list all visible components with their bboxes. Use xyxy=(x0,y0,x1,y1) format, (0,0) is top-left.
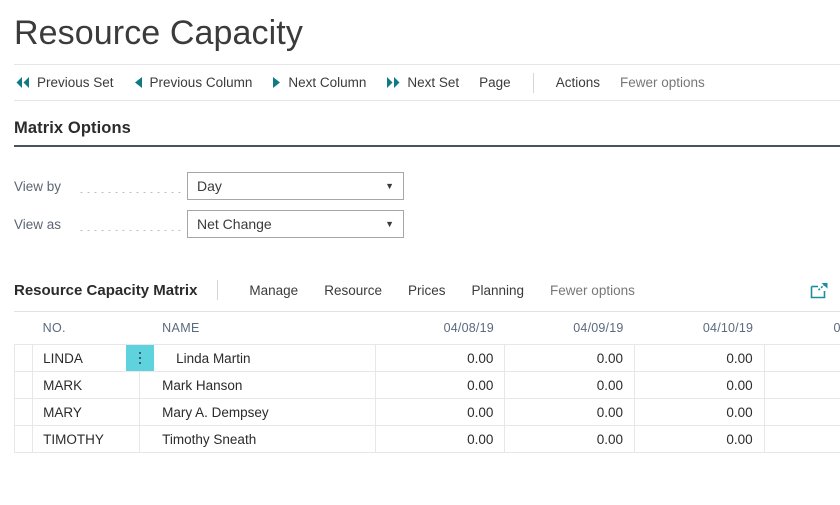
row-value-cell[interactable]: 0.00 xyxy=(374,344,506,372)
row-value-cell[interactable]: 0.00 xyxy=(763,425,840,453)
navigation-toolbar: Previous Set Previous Column Next Column… xyxy=(14,64,840,101)
toolbar-fewer-options-label: Fewer options xyxy=(619,75,705,90)
toolbar-previous-set-button[interactable]: Previous Set xyxy=(14,65,124,100)
row-name-cell[interactable]: Timothy Sneath xyxy=(153,425,376,453)
row-select-cell[interactable] xyxy=(13,371,34,399)
matrix-action-resource[interactable]: Resource xyxy=(311,283,395,298)
row-value-cell[interactable]: 0.00 xyxy=(763,398,840,426)
grid-header-date-3[interactable]: 04/10/19 xyxy=(634,312,765,345)
matrix-options-fields: View by Day ▼ View as Net Change ▼ xyxy=(14,167,840,243)
resource-capacity-matrix-part: Resource Capacity Matrix Manage Resource… xyxy=(0,276,840,453)
row-value-cell[interactable]: 0.00 xyxy=(634,425,765,453)
matrix-action-planning[interactable]: Planning xyxy=(459,283,538,298)
double-chevron-left-icon xyxy=(16,77,30,88)
page-title: Resource Capacity xyxy=(14,14,303,52)
toolbar-previous-set-label: Previous Set xyxy=(37,75,114,90)
row-value-cell[interactable]: 0.00 xyxy=(504,344,636,372)
grid-header-date-2[interactable]: 04/09/19 xyxy=(504,312,635,345)
toolbar-next-column-button[interactable]: Next Column xyxy=(262,65,376,100)
view-by-select[interactable]: Day ▼ xyxy=(187,172,404,200)
matrix-action-manage[interactable]: Manage xyxy=(236,283,311,298)
row-select-cell[interactable] xyxy=(13,398,34,426)
table-row[interactable]: LINDA Linda Martin 0.00 0.00 0.00 0.00 0… xyxy=(13,344,840,372)
grid-header-date-4[interactable]: 04/11/19 xyxy=(764,312,840,345)
matrix-options-section: Matrix Options View by Day ▼ View as Net… xyxy=(14,119,840,243)
open-in-new-window-icon[interactable] xyxy=(810,281,840,299)
matrix-header-divider xyxy=(217,280,219,300)
row-menu-cell[interactable] xyxy=(139,425,154,453)
row-no-cell[interactable]: TIMOTHY xyxy=(32,425,140,453)
row-no-cell[interactable]: MARK xyxy=(32,371,140,399)
row-value-cell[interactable]: 0.00 xyxy=(374,371,506,399)
row-value-cell[interactable]: 0.00 xyxy=(504,425,636,453)
matrix-header-bar: Resource Capacity Matrix Manage Resource… xyxy=(14,276,840,304)
double-chevron-right-icon xyxy=(386,77,400,88)
grid-header-rowmenu xyxy=(139,312,154,345)
table-row[interactable]: MARY Mary A. Dempsey 0.00 0.00 0.00 0.00… xyxy=(13,398,840,426)
table-row[interactable]: TIMOTHY Timothy Sneath 0.00 0.00 0.00 0.… xyxy=(13,425,840,453)
toolbar-divider xyxy=(532,72,534,93)
toolbar-previous-column-button[interactable]: Previous Column xyxy=(124,65,263,100)
row-value-cell[interactable]: 0.00 xyxy=(504,371,636,399)
matrix-action-prices[interactable]: Prices xyxy=(395,283,459,298)
chevron-left-icon xyxy=(134,77,143,88)
row-menu-cell[interactable] xyxy=(125,344,154,372)
toolbar-page-button[interactable]: Page xyxy=(469,65,521,100)
row-value-cell[interactable]: 0.00 xyxy=(763,344,840,372)
row-menu-cell[interactable] xyxy=(139,371,154,399)
toolbar-actions-label: Actions xyxy=(555,75,600,90)
toolbar-next-set-button[interactable]: Next Set xyxy=(376,65,469,100)
row-no-cell[interactable]: LINDA xyxy=(32,344,140,372)
row-context-menu-icon[interactable] xyxy=(125,345,154,371)
row-value-cell[interactable]: 0.00 xyxy=(763,371,840,399)
row-value-cell[interactable]: 0.00 xyxy=(634,344,765,372)
toolbar-actions-button[interactable]: Actions xyxy=(546,65,610,100)
row-select-cell[interactable] xyxy=(13,425,34,453)
toolbar-page-label: Page xyxy=(479,75,511,90)
view-by-label: View by xyxy=(14,178,62,194)
grid-header-no[interactable]: NO. xyxy=(32,312,140,345)
row-menu-cell[interactable] xyxy=(139,398,154,426)
grid-header-select xyxy=(14,312,33,345)
field-row-view-as: View as Net Change ▼ xyxy=(14,205,840,243)
matrix-options-underline xyxy=(14,145,840,147)
row-value-cell[interactable]: 0.00 xyxy=(504,398,636,426)
row-value-cell[interactable]: 0.00 xyxy=(374,425,506,453)
three-dots-vertical-icon xyxy=(138,351,141,366)
toolbar-fewer-options-button[interactable]: Fewer options xyxy=(610,65,715,100)
label-leader-dots xyxy=(78,229,181,231)
chevron-right-icon xyxy=(272,77,281,88)
toolbar-next-column-label: Next Column xyxy=(288,75,367,90)
grid-header-row: NO. NAME 04/08/19 04/09/19 04/10/19 04/1… xyxy=(14,312,840,345)
view-as-label: View as xyxy=(14,216,62,232)
row-value-cell[interactable]: 0.00 xyxy=(634,371,765,399)
row-no-cell[interactable]: MARY xyxy=(32,398,140,426)
row-value-cell[interactable]: 0.00 xyxy=(374,398,506,426)
matrix-title: Resource Capacity Matrix xyxy=(14,281,198,299)
chevron-down-icon: ▼ xyxy=(385,219,394,229)
view-as-select[interactable]: Net Change ▼ xyxy=(187,210,404,238)
row-name-cell[interactable]: Mary A. Dempsey xyxy=(153,398,376,426)
grid-header-name[interactable]: NAME xyxy=(153,312,376,345)
view-by-value: Day xyxy=(197,178,222,194)
toolbar-next-set-label: Next Set xyxy=(407,75,460,90)
toolbar-previous-column-label: Previous Column xyxy=(149,75,253,90)
label-leader-dots xyxy=(78,191,181,193)
table-row[interactable]: MARK Mark Hanson 0.00 0.00 0.00 0.00 0.0… xyxy=(13,371,840,399)
matrix-action-fewer-options[interactable]: Fewer options xyxy=(537,283,648,298)
row-name-cell[interactable]: Linda Martin xyxy=(153,344,376,372)
chevron-down-icon: ▼ xyxy=(385,181,394,191)
grid-header-date-1[interactable]: 04/08/19 xyxy=(375,312,505,345)
row-select-cell[interactable] xyxy=(13,344,34,372)
matrix-options-title: Matrix Options xyxy=(14,119,131,137)
row-name-cell[interactable]: Mark Hanson xyxy=(153,371,376,399)
row-value-cell[interactable]: 0.00 xyxy=(634,398,765,426)
resource-capacity-grid: NO. NAME 04/08/19 04/09/19 04/10/19 04/1… xyxy=(13,312,840,453)
field-row-view-by: View by Day ▼ xyxy=(14,167,840,205)
view-as-value: Net Change xyxy=(197,216,272,232)
